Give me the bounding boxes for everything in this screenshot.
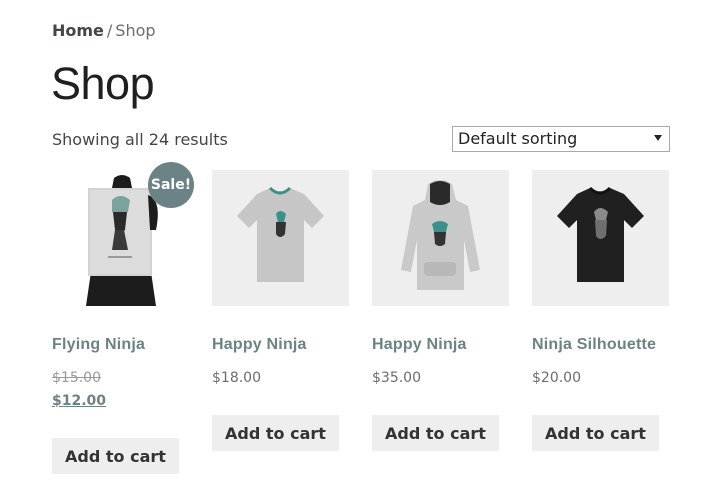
product-card: Sale! Flying Ninja $15.00 $12.00 Add to … (52, 162, 194, 474)
ordering-select[interactable]: Default sorting (452, 126, 670, 152)
product-image[interactable] (212, 170, 349, 306)
product-card: Happy Ninja $18.00 Add to cart (212, 170, 349, 451)
breadcrumb-separator: / (106, 21, 113, 40)
product-title[interactable]: Flying Ninja (52, 336, 145, 354)
page-title: Shop (51, 58, 155, 109)
result-count: Showing all 24 results (52, 130, 228, 149)
tshirt-icon (557, 186, 644, 282)
product-title[interactable]: Happy Ninja (372, 336, 467, 354)
ordering-selected-value: Default sorting (458, 129, 578, 148)
breadcrumb-home-link[interactable]: Home (52, 21, 104, 40)
product-sale-price: $12.00 (52, 393, 107, 409)
product-price: $20.00 (532, 370, 581, 386)
dropdown-caret-icon (654, 135, 662, 141)
product-card: Happy Ninja $35.00 Add to cart (372, 170, 509, 451)
breadcrumb: Home / Shop (52, 21, 156, 40)
add-to-cart-button[interactable]: Add to cart (532, 415, 659, 451)
product-old-price: $15.00 (52, 370, 101, 386)
tshirt-icon (237, 186, 324, 282)
add-to-cart-button[interactable]: Add to cart (52, 438, 179, 474)
add-to-cart-button[interactable]: Add to cart (372, 415, 499, 451)
breadcrumb-current: Shop (115, 21, 156, 40)
product-title[interactable]: Happy Ninja (212, 336, 307, 354)
add-to-cart-button[interactable]: Add to cart (212, 415, 339, 451)
product-card: Ninja Silhouette $20.00 Add to cart (532, 170, 669, 451)
product-title[interactable]: Ninja Silhouette (532, 336, 656, 354)
product-price: $18.00 (212, 370, 261, 386)
sale-badge: Sale! (148, 162, 194, 208)
product-price: $35.00 (372, 370, 421, 386)
product-image[interactable] (532, 170, 669, 306)
product-image[interactable] (372, 170, 509, 306)
hoodie-icon (401, 180, 480, 290)
